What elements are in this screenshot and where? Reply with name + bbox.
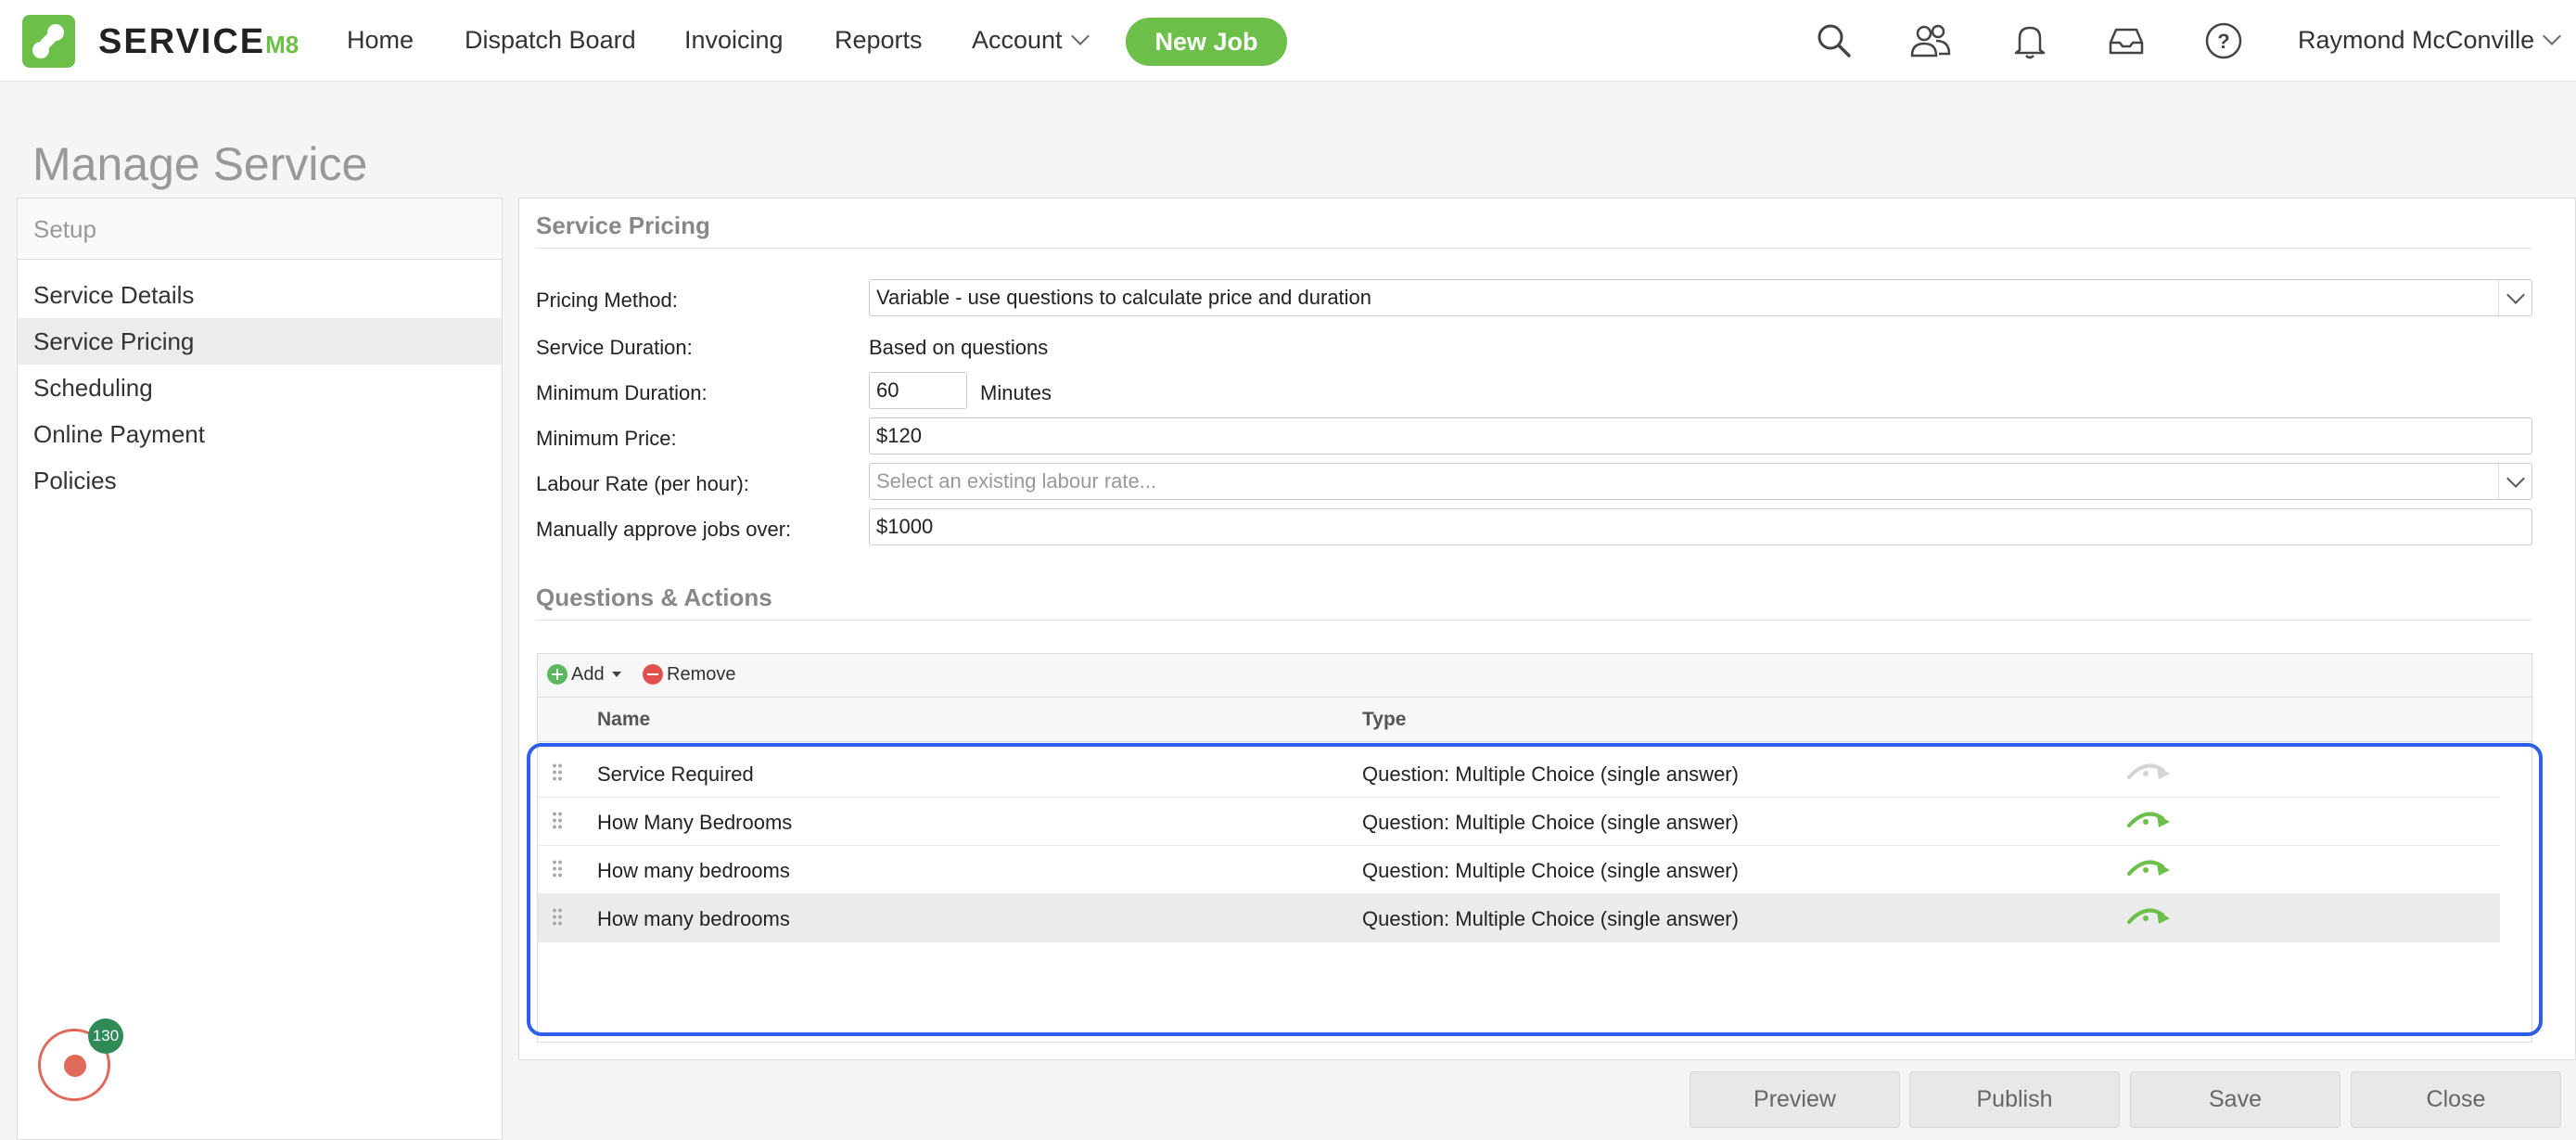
labour-rate-select[interactable]: Select an existing labour rate... bbox=[869, 463, 2532, 500]
question-name: How Many Bedrooms bbox=[597, 811, 793, 834]
nav-dispatch-board[interactable]: Dispatch Board bbox=[465, 26, 636, 55]
questions-table: Name Type Service Required Question: Mul… bbox=[537, 698, 2532, 1043]
column-header-name[interactable]: Name bbox=[597, 709, 650, 731]
section-title-service-pricing: Service Pricing bbox=[536, 211, 710, 239]
sidebar-heading: Setup bbox=[18, 199, 502, 260]
search-icon[interactable] bbox=[1814, 20, 1855, 61]
table-row[interactable]: How Many Bedrooms Question: Multiple Cho… bbox=[538, 798, 2500, 846]
chevron-down-icon bbox=[1070, 27, 1090, 45]
service-duration-value: Based on questions bbox=[869, 336, 1049, 359]
section-divider bbox=[536, 620, 2531, 621]
section-divider bbox=[536, 248, 2531, 249]
logo-wordmark[interactable]: SERVICEM8 bbox=[98, 22, 299, 62]
table-header: Name Type bbox=[538, 698, 2531, 742]
question-name: Service Required bbox=[597, 762, 754, 786]
record-count-badge: 130 bbox=[88, 1018, 123, 1054]
new-job-button[interactable]: New Job bbox=[1126, 18, 1287, 66]
servicem8-logo-icon[interactable] bbox=[22, 15, 75, 68]
redirect-icon[interactable] bbox=[2122, 900, 2174, 931]
question-type: Question: Multiple Choice (single answer… bbox=[1362, 859, 1739, 882]
minimum-duration-unit: Minutes bbox=[980, 381, 1052, 404]
bell-icon[interactable] bbox=[2009, 20, 2050, 61]
sidebar-item-service-pricing[interactable]: Service Pricing bbox=[18, 318, 502, 365]
setup-sidebar: Setup Service Details Service Pricing Sc… bbox=[17, 198, 503, 1140]
question-type: Question: Multiple Choice (single answer… bbox=[1362, 811, 1739, 834]
pricing-method-label: Pricing Method: bbox=[536, 288, 678, 312]
nav-home[interactable]: Home bbox=[347, 26, 414, 55]
table-row[interactable]: Service Required Question: Multiple Choi… bbox=[538, 749, 2500, 798]
redirect-icon[interactable] bbox=[2122, 803, 2174, 835]
sidebar-item-scheduling[interactable]: Scheduling bbox=[18, 365, 502, 411]
chevron-down-icon bbox=[2543, 27, 2561, 45]
drag-handle-icon[interactable] bbox=[552, 907, 563, 928]
service-duration-label: Service Duration: bbox=[536, 336, 693, 359]
save-button[interactable]: Save bbox=[2130, 1071, 2340, 1128]
column-header-type[interactable]: Type bbox=[1362, 709, 1406, 731]
publish-button[interactable]: Publish bbox=[1909, 1071, 2120, 1128]
minimum-duration-input[interactable]: 60 bbox=[869, 372, 967, 409]
table-row[interactable]: How many bedrooms Question: Multiple Cho… bbox=[538, 894, 2500, 942]
drag-handle-icon[interactable] bbox=[552, 811, 563, 831]
questions-toolbar: Add Remove bbox=[537, 653, 2532, 698]
sidebar-item-policies[interactable]: Policies bbox=[18, 457, 502, 504]
question-type: Question: Multiple Choice (single answer… bbox=[1362, 907, 1739, 930]
add-icon bbox=[547, 664, 567, 685]
labour-rate-label: Labour Rate (per hour): bbox=[536, 472, 749, 495]
sidebar-item-online-payment[interactable]: Online Payment bbox=[18, 411, 502, 457]
close-button[interactable]: Close bbox=[2351, 1071, 2561, 1128]
nav-reports[interactable]: Reports bbox=[835, 26, 923, 55]
question-type: Question: Multiple Choice (single answer… bbox=[1362, 762, 1739, 786]
remove-icon bbox=[643, 664, 663, 685]
sidebar-item-service-details[interactable]: Service Details bbox=[18, 272, 502, 318]
help-icon[interactable]: ? bbox=[2203, 20, 2244, 61]
redirect-icon[interactable] bbox=[2122, 852, 2174, 883]
caret-down-icon bbox=[611, 672, 621, 677]
chevron-down-icon[interactable] bbox=[2498, 280, 2531, 315]
drag-handle-icon[interactable] bbox=[552, 762, 563, 783]
people-icon[interactable] bbox=[1908, 20, 1951, 61]
section-title-questions-actions: Questions & Actions bbox=[536, 583, 772, 611]
question-name: How many bedrooms bbox=[597, 859, 790, 882]
minimum-duration-label: Minimum Duration: bbox=[536, 381, 708, 404]
add-button[interactable]: Add bbox=[547, 664, 621, 685]
minimum-price-label: Minimum Price: bbox=[536, 427, 677, 450]
nav-account[interactable]: Account bbox=[972, 26, 1090, 55]
nav-invoicing[interactable]: Invoicing bbox=[684, 26, 784, 55]
pricing-method-select[interactable]: Variable - use questions to calculate pr… bbox=[869, 279, 2532, 316]
question-name: How many bedrooms bbox=[597, 907, 790, 930]
minimum-price-input[interactable]: $120 bbox=[869, 417, 2532, 455]
table-row[interactable]: How many bedrooms Question: Multiple Cho… bbox=[538, 846, 2500, 894]
service-pricing-panel: Service Pricing Pricing Method: Variable… bbox=[518, 198, 2576, 1060]
page-title: Manage Service bbox=[32, 138, 368, 190]
approve-jobs-input[interactable]: $1000 bbox=[869, 508, 2532, 545]
remove-button[interactable]: Remove bbox=[643, 664, 735, 685]
record-icon bbox=[64, 1055, 86, 1077]
preview-button[interactable]: Preview bbox=[1690, 1071, 1900, 1128]
chevron-down-icon[interactable] bbox=[2498, 464, 2531, 499]
approve-jobs-label: Manually approve jobs over: bbox=[536, 518, 792, 541]
drag-handle-icon[interactable] bbox=[552, 859, 563, 879]
redirect-icon[interactable] bbox=[2122, 755, 2174, 787]
top-navigation-bar: SERVICEM8 Home Dispatch Board Invoicing … bbox=[0, 0, 2576, 82]
inbox-icon[interactable] bbox=[2106, 20, 2147, 61]
user-menu[interactable]: Raymond McConville bbox=[2298, 26, 2561, 55]
svg-text:?: ? bbox=[2217, 30, 2229, 53]
